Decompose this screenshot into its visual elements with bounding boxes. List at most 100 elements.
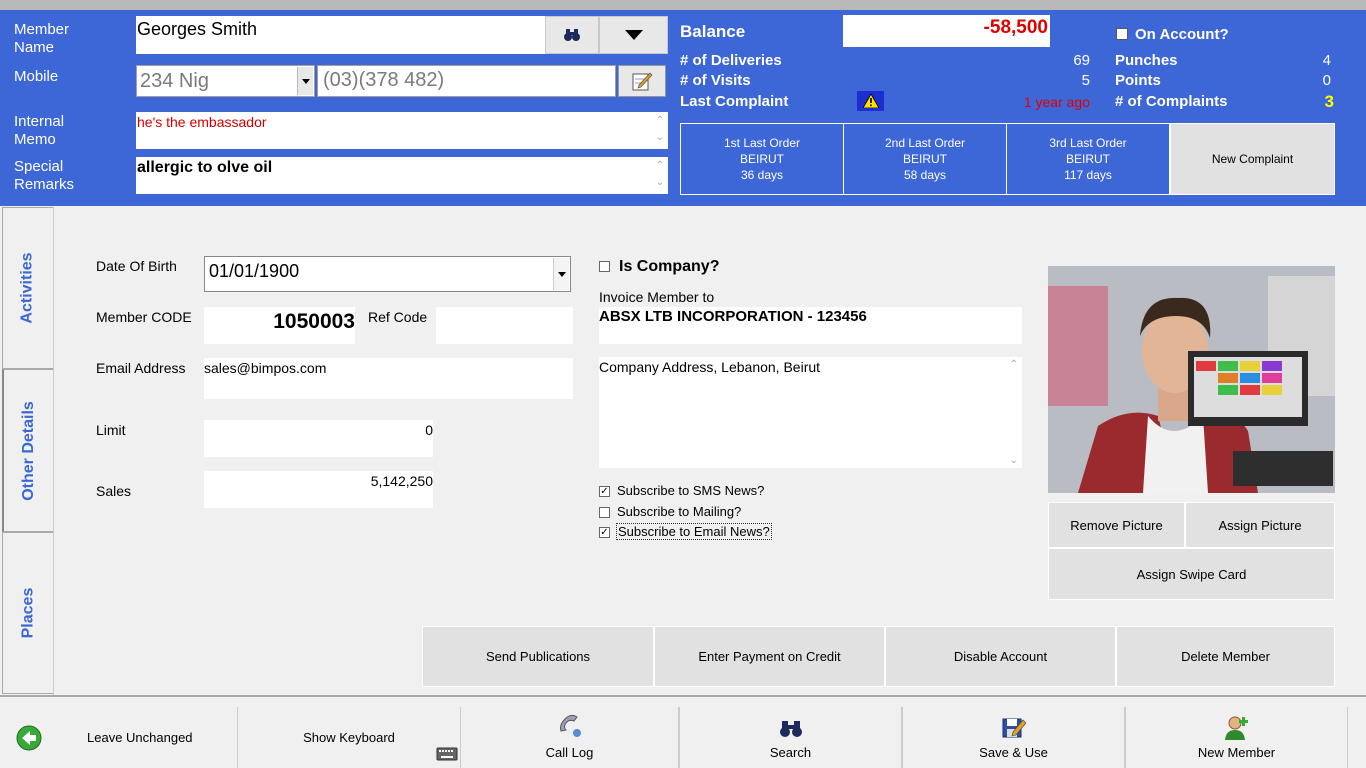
delete-member-button[interactable]: Delete Member [1116, 626, 1335, 687]
internal-memo-text: he's the embassador [137, 114, 267, 130]
show-keyboard-label: Show Keyboard [303, 730, 395, 745]
punches-label: Punches [1115, 52, 1178, 69]
leave-unchanged-button[interactable]: Leave Unchanged [14, 707, 238, 768]
punches-value: 4 [1322, 52, 1331, 69]
special-remarks-text: allergic to olve oil [137, 159, 273, 176]
deliveries-value: 69 [1073, 52, 1090, 69]
chevron-down-icon [624, 30, 643, 40]
member-photo [1048, 266, 1335, 493]
is-company-checkbox[interactable] [599, 261, 610, 272]
address-scroll-down[interactable]: ⌄ [1010, 455, 1018, 466]
country-dropdown-arrow[interactable] [297, 67, 313, 95]
dob-dropdown-arrow[interactable] [553, 258, 569, 290]
company-address-input[interactable]: Company Address, Lebanon, Beirut ⌃ ⌄ [599, 357, 1022, 468]
member-code-value[interactable]: 1050003 [204, 307, 355, 344]
new-complaint-button[interactable]: New Complaint [1170, 123, 1335, 195]
send-publications-button[interactable]: Send Publications [422, 626, 654, 687]
chevron-down-icon [557, 271, 566, 277]
invoice-label: Invoice Member to [599, 289, 715, 305]
binoculars-icon [779, 721, 802, 737]
points-label: Points [1115, 72, 1161, 89]
dob-input[interactable]: 01/01/1900 [204, 256, 571, 292]
edit-mobile-button[interactable] [618, 65, 666, 97]
email-label: Email Address [96, 360, 186, 376]
company-address-text: Company Address, Lebanon, Beirut [599, 359, 821, 375]
mobile-label: Mobile [14, 68, 59, 85]
chevron-down-icon [301, 78, 310, 84]
remove-picture-button[interactable]: Remove Picture [1048, 502, 1185, 548]
mailing-label: Subscribe to Mailing? [617, 504, 742, 519]
order-place: BEIRUT [902, 152, 947, 166]
tab-activities[interactable]: Activities [2, 207, 53, 369]
sms-news-checkbox[interactable]: ✓ [599, 486, 610, 497]
find-member-button[interactable] [545, 16, 599, 54]
assign-swipe-card-button[interactable]: Assign Swipe Card [1048, 548, 1335, 600]
invoice-member-input[interactable]: ABSX LTB INCORPORATION - 123456 [599, 307, 1022, 344]
sales-label: Sales [96, 483, 132, 499]
order-title: 1st Last Order [723, 136, 801, 150]
telephone-icon [559, 714, 581, 737]
order-title: 2nd Last Order [884, 136, 966, 150]
balance-value: -58,500 [843, 15, 1050, 47]
enter-payment-on-credit-button[interactable]: Enter Payment on Credit [654, 626, 885, 687]
tab-label: Places [19, 587, 36, 639]
email-news-label: Subscribe to Email News? [616, 523, 772, 540]
memo-scroll-arrows[interactable]: ⌃ ⌄ [656, 112, 664, 146]
country-code-select[interactable]: 234 Nig [136, 65, 315, 97]
assign-picture-button[interactable]: Assign Picture [1185, 502, 1335, 548]
email-news-checkbox[interactable]: ✓ [599, 527, 610, 538]
last-order-1[interactable]: 1st Last Order BEIRUT 36 days [680, 123, 844, 195]
deliveries-label: # of Deliveries [680, 52, 782, 69]
dob-value: 01/01/1900 [209, 261, 300, 281]
search-button[interactable]: Search [679, 707, 902, 768]
complaints-value: 3 [1324, 92, 1334, 111]
save-edit-icon [1002, 718, 1026, 738]
sales-value: 5,142,250 [204, 471, 433, 508]
order-ago: 58 days [903, 168, 947, 182]
internal-memo-label: Internal Memo [14, 113, 65, 148]
last-order-2[interactable]: 2nd Last Order BEIRUT 58 days [843, 123, 1007, 195]
tab-label: Activities [19, 252, 37, 324]
tab-divider [53, 207, 54, 695]
back-arrow-icon [16, 725, 42, 750]
sms-news-label: Subscribe to SMS News? [617, 483, 765, 498]
disable-account-button[interactable]: Disable Account [885, 626, 1116, 687]
mailing-checkbox[interactable] [599, 507, 610, 518]
on-account-label: On Account? [1135, 26, 1229, 43]
member-name-label: Member Name [14, 21, 70, 56]
save-and-use-label: Save & Use [979, 745, 1048, 760]
new-member-button[interactable]: New Member [1125, 707, 1348, 768]
member-name-input[interactable]: Georges Smith [136, 16, 545, 54]
address-scroll-up[interactable]: ⌃ [1010, 359, 1018, 370]
keyboard-icon [436, 747, 458, 761]
dob-label: Date Of Birth [96, 258, 177, 274]
mobile-input[interactable]: (03)(378 482) [317, 65, 616, 97]
ref-code-input[interactable] [436, 307, 573, 344]
search-label: Search [769, 745, 812, 760]
remarks-scroll-arrows[interactable]: ⌃ ⌄ [656, 157, 664, 191]
special-remarks-input[interactable]: allergic to olve oil ⌃ ⌄ [136, 157, 668, 194]
binoculars-icon [564, 29, 580, 41]
on-account-checkbox[interactable] [1116, 28, 1128, 40]
save-and-use-button[interactable]: Save & Use [902, 707, 1125, 768]
internal-memo-input[interactable]: he's the embassador ⌃ ⌄ [136, 112, 668, 149]
member-code-label: Member CODE [96, 309, 192, 325]
email-input[interactable]: sales@bimpos.com [204, 358, 573, 399]
visits-value: 5 [1081, 72, 1090, 89]
leave-unchanged-label: Leave Unchanged [87, 730, 193, 745]
tab-other-details[interactable]: Other Details [2, 369, 53, 532]
pencil-notepad-icon [632, 72, 653, 91]
order-ago: 36 days [740, 168, 784, 182]
limit-input[interactable]: 0 [204, 420, 433, 457]
member-dropdown-button[interactable] [599, 16, 668, 54]
show-keyboard-button[interactable]: Show Keyboard [237, 707, 460, 768]
order-place: BEIRUT [1065, 152, 1110, 166]
last-complaint-value: 1 year ago [1023, 94, 1090, 110]
order-ago: 117 days [1064, 168, 1112, 182]
last-order-3[interactable]: 3rd Last Order BEIRUT 117 days [1006, 123, 1170, 195]
call-log-button[interactable]: Call Log [460, 707, 679, 768]
order-title: 3rd Last Order [1049, 136, 1127, 150]
visits-label: # of Visits [680, 72, 751, 89]
top-strip [0, 0, 1366, 10]
tab-places[interactable]: Places [2, 532, 53, 694]
